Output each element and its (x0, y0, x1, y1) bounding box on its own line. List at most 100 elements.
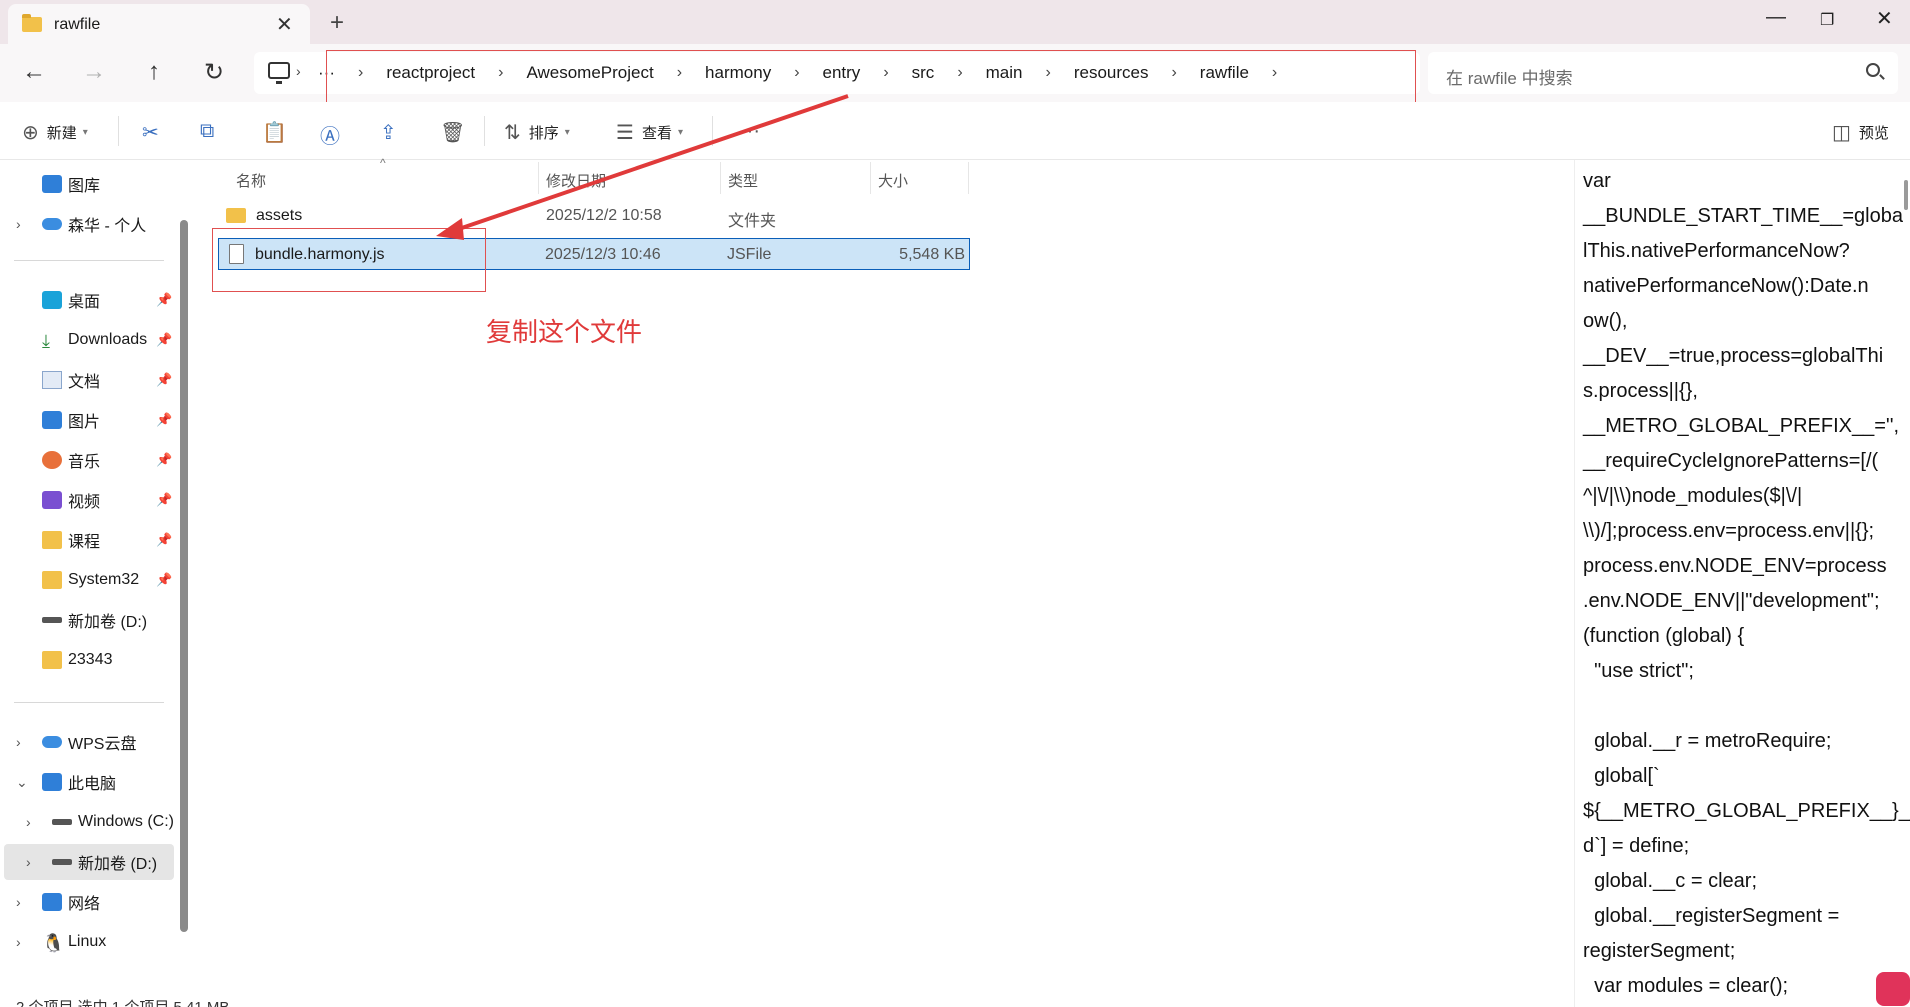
up-button[interactable]: ↑ (136, 58, 172, 86)
sidebar-item-pictures[interactable]: 图片 📌 (0, 402, 180, 438)
share-button[interactable]: ⇪ (380, 120, 405, 145)
back-button[interactable]: ← (16, 58, 52, 86)
column-header-modified[interactable]: 修改日期 (546, 170, 606, 191)
divider (14, 702, 164, 703)
preview-code-line: __BUNDLE_START_TIME__=globa (1583, 205, 1903, 227)
sidebar-item-label: Linux (68, 933, 107, 950)
tab-title: rawfile (54, 16, 101, 33)
pin-icon: 📌 (156, 412, 173, 427)
sidebar-item-documents[interactable]: 文档 📌 (0, 362, 180, 398)
sidebar-item-drive-d[interactable]: 新加卷 (D:) (0, 602, 180, 638)
chevron-right-icon[interactable]: › (26, 814, 31, 830)
divider (484, 116, 485, 146)
app-badge-icon (1876, 972, 1910, 1006)
cut-icon: ✂ (142, 122, 159, 144)
sidebar-item-label: 视频 (68, 494, 101, 511)
share-icon: ⇪ (380, 122, 397, 144)
preview-code-line: registerSegment; (1583, 940, 1736, 962)
onedrive-icon (42, 218, 62, 230)
sidebar-item-drive-d-selected[interactable]: › 新加卷 (D:) (4, 844, 174, 880)
sidebar-item-label: 新加卷 (D:) (68, 614, 148, 631)
tab-rawfile[interactable]: rawfile ✕ (8, 4, 310, 44)
new-button[interactable]: ⊕ 新建 ▾ (22, 120, 88, 145)
sidebar-item-music[interactable]: 音乐 📌 (0, 442, 180, 478)
chevron-down-icon: ▾ (677, 127, 683, 138)
cut-button[interactable]: ✂ (142, 120, 167, 145)
preview-code-line: .env.NODE_ENV||"development"; (1583, 590, 1880, 612)
sidebar-item-wps[interactable]: › WPS云盘 (0, 724, 180, 760)
preview-code-line: nativePerformanceNow():Date.n (1583, 275, 1869, 297)
sidebar-item-label: 课程 (68, 534, 101, 551)
column-header-type[interactable]: 类型 (728, 170, 758, 191)
preview-code-line: var (1583, 170, 1611, 192)
copy-icon: ⧉ (200, 120, 215, 142)
chevron-right-icon[interactable]: › (26, 854, 31, 870)
pin-icon: 📌 (156, 492, 173, 507)
sidebar-item-gallery[interactable]: 图库 (0, 166, 180, 202)
column-header-name[interactable]: 名称 (236, 170, 266, 191)
chevron-right-icon[interactable]: › (16, 734, 21, 750)
desktop-icon (42, 291, 62, 309)
chevron-right-icon[interactable]: › (16, 934, 21, 950)
view-icon: ☰ (616, 122, 634, 144)
sidebar-item-this-pc[interactable]: ⌄ 此电脑 (0, 764, 180, 800)
sidebar-item-drive-c[interactable]: › Windows (C:) (0, 804, 180, 840)
folder-icon (42, 651, 62, 669)
chevron-right-icon[interactable]: › (16, 216, 21, 232)
pictures-icon (42, 411, 62, 429)
preview-pane: var __BUNDLE_START_TIME__=globa lThis.nati… (1574, 160, 1910, 1007)
sidebar-item-onedrive[interactable]: › 森华 - 个人 (0, 206, 180, 242)
more-icon: ··· (740, 120, 760, 142)
rename-button[interactable]: Ⓐ (320, 120, 348, 149)
preview-code-line: \\)/];process.env=process.env||{}; (1583, 520, 1875, 542)
column-separator[interactable] (870, 162, 871, 194)
new-tab-button[interactable]: + (330, 9, 344, 37)
sidebar-item-23343[interactable]: 23343 (0, 642, 180, 678)
forward-button[interactable]: → (76, 58, 112, 86)
chevron-right-icon[interactable]: › (16, 894, 21, 910)
sort-icon: ⇅ (504, 122, 521, 144)
chevron-down-icon: ▾ (564, 127, 570, 138)
column-separator[interactable] (720, 162, 721, 194)
paste-button[interactable]: 📋 (262, 120, 295, 145)
close-tab-icon[interactable]: ✕ (276, 12, 293, 37)
preview-button[interactable]: ◫ 预览 (1832, 120, 1889, 145)
sidebar-item-downloads[interactable]: ⤓ Downloads 📌 (0, 322, 180, 358)
column-header-size[interactable]: 大小 (878, 170, 908, 191)
close-window-icon[interactable]: ✕ (1876, 6, 1893, 31)
restore-icon[interactable]: ❐ (1820, 10, 1834, 30)
plus-circle-icon: ⊕ (22, 122, 39, 144)
delete-button[interactable]: 🗑 (440, 120, 473, 145)
sidebar-item-linux[interactable]: › 🐧 Linux (0, 924, 180, 960)
sidebar-item-network[interactable]: › 网络 (0, 884, 180, 920)
rename-icon: Ⓐ (320, 126, 340, 148)
view-button[interactable]: ☰ 查看 ▾ (616, 120, 683, 145)
sidebar-scrollbar[interactable] (180, 220, 188, 932)
sidebar-item-videos[interactable]: 视频 📌 (0, 482, 180, 518)
search-input[interactable]: 在 rawfile 中搜索 (1428, 52, 1898, 94)
sidebar-item-system32[interactable]: System32 📌 (0, 562, 180, 598)
file-size: 5,548 KB (899, 246, 965, 263)
sidebar-item-desktop[interactable]: 桌面 📌 (0, 282, 180, 318)
pin-icon: 📌 (156, 572, 173, 587)
minimize-icon[interactable]: — (1766, 6, 1786, 29)
chevron-down-icon[interactable]: ⌄ (16, 774, 28, 791)
refresh-button[interactable]: ↻ (196, 58, 232, 87)
preview-code-line: ow(), (1583, 310, 1628, 332)
download-icon: ⤓ (42, 331, 50, 351)
copy-button[interactable]: ⧉ (200, 120, 222, 143)
sidebar-item-label: System32 (68, 571, 140, 588)
sidebar-item-courses[interactable]: 课程 📌 (0, 522, 180, 558)
preview-scrollbar[interactable] (1904, 180, 1908, 210)
title-bar: rawfile ✕ + — ❐ ✕ (0, 0, 1910, 44)
column-separator[interactable] (968, 162, 969, 194)
drive-icon (42, 617, 62, 623)
sort-button[interactable]: ⇅ 排序 ▾ (504, 120, 570, 145)
sidebar-item-label: Windows (C:) (78, 813, 175, 830)
preview-code-line: process.env.NODE_ENV=process (1583, 555, 1887, 577)
file-modified: 2025/12/3 10:46 (545, 246, 661, 263)
column-separator[interactable] (538, 162, 539, 194)
preview-code-line: (function (global) { (1583, 625, 1745, 647)
more-options-button[interactable]: ··· (740, 120, 768, 143)
preview-code-line: "use strict"; (1583, 660, 1694, 682)
